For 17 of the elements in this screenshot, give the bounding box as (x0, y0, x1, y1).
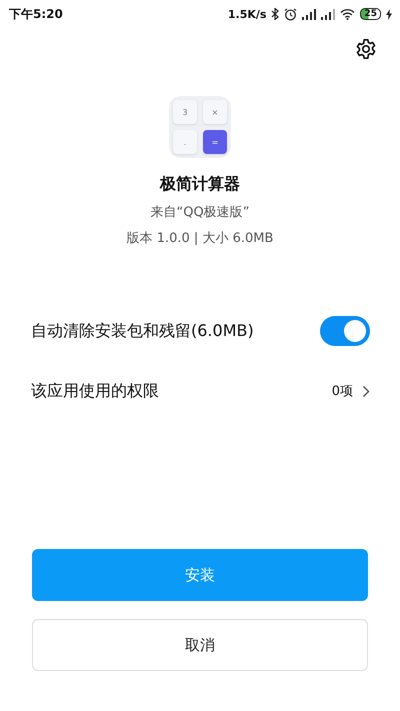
toggle-switch[interactable] (320, 316, 370, 346)
calculator-app-icon: 3 × . = (169, 96, 231, 158)
network-speed: 1.5K/s (228, 8, 266, 20)
signal-icon (302, 8, 316, 20)
cancel-button[interactable]: 取消 (32, 619, 368, 671)
settings-icon[interactable] (355, 38, 377, 60)
wifi-icon (340, 8, 356, 20)
status-time: 下午5:20 (9, 6, 63, 22)
app-source: 来自“QQ极速版” (150, 204, 250, 221)
version-info: 版本 1.0.0 | 大小 6.0MB (126, 230, 274, 247)
app-name: 极简计算器 (160, 174, 240, 195)
signal-icon (321, 8, 336, 20)
bluetooth-icon (271, 8, 280, 20)
chevron-icon (362, 384, 370, 398)
option-label: 自动清除安装包和残留(6.0MB) (31, 320, 254, 342)
alarm-icon (284, 8, 298, 20)
permissions-row[interactable]: 该应用使用的权限 0项 (31, 361, 370, 421)
